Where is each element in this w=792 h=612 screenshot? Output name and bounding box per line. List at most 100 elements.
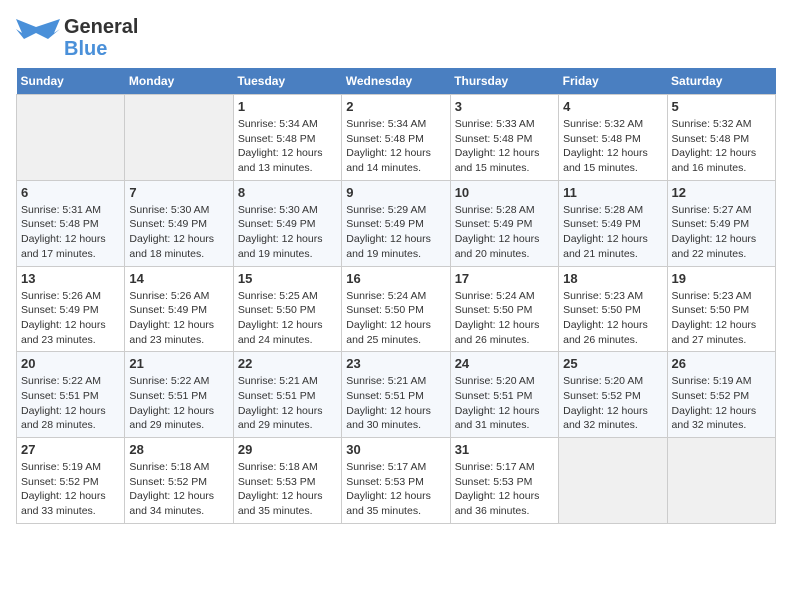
day-info: Sunrise: 5:26 AMSunset: 5:49 PMDaylight:… — [21, 289, 120, 348]
calendar-week-row: 20Sunrise: 5:22 AMSunset: 5:51 PMDayligh… — [17, 352, 776, 438]
calendar-cell: 21 Sunrise: 5:22 AMSunset: 5:51 PMDayligh… — [125, 352, 233, 438]
day-info: Sunrise: 5:20 AMSunset: 5:52 PMDaylight:… — [563, 374, 662, 433]
day-info: Sunrise: 5:30 AMSunset: 5:49 PMDaylight:… — [129, 203, 228, 262]
calendar-cell: 18 Sunrise: 5:23 AMSunset: 5:50 PMDayligh… — [559, 266, 667, 352]
day-number: 4 — [563, 99, 662, 114]
day-number: 27 — [21, 442, 120, 457]
calendar-cell: 22Sunrise: 5:21 AMSunset: 5:51 PMDayligh… — [233, 352, 341, 438]
day-info: Sunrise: 5:32 AMSunset: 5:48 PMDaylight:… — [563, 117, 662, 176]
calendar-cell: 26Sunrise: 5:19 AMSunset: 5:52 PMDayligh… — [667, 352, 775, 438]
day-number: 18 — [563, 271, 662, 286]
calendar-cell: 29 Sunrise: 5:18 AMSunset: 5:53 PMDayligh… — [233, 438, 341, 524]
logo-text-general: General — [64, 16, 138, 38]
day-info: Sunrise: 5:17 AMSunset: 5:53 PMDaylight:… — [455, 460, 554, 519]
day-number: 31 — [455, 442, 554, 457]
calendar-week-row: 27 Sunrise: 5:19 AMSunset: 5:52 PMDayligh… — [17, 438, 776, 524]
calendar-cell: 25 Sunrise: 5:20 AMSunset: 5:52 PMDayligh… — [559, 352, 667, 438]
day-info: Sunrise: 5:22 AMSunset: 5:51 PMDaylight:… — [129, 374, 228, 433]
day-info: Sunrise: 5:34 AMSunset: 5:48 PMDaylight:… — [238, 117, 337, 176]
logo-text-blue: Blue — [64, 38, 138, 60]
day-number: 13 — [21, 271, 120, 286]
calendar-week-row: 13 Sunrise: 5:26 AMSunset: 5:49 PMDayligh… — [17, 266, 776, 352]
day-info: Sunrise: 5:19 AMSunset: 5:52 PMDaylight:… — [21, 460, 120, 519]
calendar-cell — [17, 95, 125, 181]
day-number: 11 — [563, 185, 662, 200]
day-info: Sunrise: 5:27 AMSunset: 5:49 PMDaylight:… — [672, 203, 771, 262]
calendar-cell: 10Sunrise: 5:28 AMSunset: 5:49 PMDayligh… — [450, 180, 558, 266]
day-number: 15 — [238, 271, 337, 286]
calendar-cell: 7 Sunrise: 5:30 AMSunset: 5:49 PMDaylight… — [125, 180, 233, 266]
calendar-cell — [125, 95, 233, 181]
day-number: 19 — [672, 271, 771, 286]
calendar-cell: 12 Sunrise: 5:27 AMSunset: 5:49 PMDayligh… — [667, 180, 775, 266]
calendar-cell: 3 Sunrise: 5:33 AMSunset: 5:48 PMDaylight… — [450, 95, 558, 181]
day-number: 25 — [563, 356, 662, 371]
day-number: 12 — [672, 185, 771, 200]
calendar-cell: 31 Sunrise: 5:17 AMSunset: 5:53 PMDayligh… — [450, 438, 558, 524]
day-info: Sunrise: 5:28 AMSunset: 5:49 PMDaylight:… — [455, 203, 554, 262]
day-number: 5 — [672, 99, 771, 114]
calendar-cell: 17Sunrise: 5:24 AMSunset: 5:50 PMDayligh… — [450, 266, 558, 352]
calendar-cell: 5 Sunrise: 5:32 AMSunset: 5:48 PMDaylight… — [667, 95, 775, 181]
page-header: General Blue — [16, 16, 776, 60]
day-number: 3 — [455, 99, 554, 114]
calendar-cell: 24 Sunrise: 5:20 AMSunset: 5:51 PMDayligh… — [450, 352, 558, 438]
day-info: Sunrise: 5:32 AMSunset: 5:48 PMDaylight:… — [672, 117, 771, 176]
day-info: Sunrise: 5:28 AMSunset: 5:49 PMDaylight:… — [563, 203, 662, 262]
day-info: Sunrise: 5:22 AMSunset: 5:51 PMDaylight:… — [21, 374, 120, 433]
day-number: 28 — [129, 442, 228, 457]
day-info: Sunrise: 5:21 AMSunset: 5:51 PMDaylight:… — [238, 374, 337, 433]
day-header-saturday: Saturday — [667, 68, 775, 95]
calendar-cell — [667, 438, 775, 524]
calendar-cell: 14 Sunrise: 5:26 AMSunset: 5:49 PMDayligh… — [125, 266, 233, 352]
calendar-cell: 20Sunrise: 5:22 AMSunset: 5:51 PMDayligh… — [17, 352, 125, 438]
day-number: 8 — [238, 185, 337, 200]
day-info: Sunrise: 5:17 AMSunset: 5:53 PMDaylight:… — [346, 460, 445, 519]
day-number: 30 — [346, 442, 445, 457]
day-info: Sunrise: 5:34 AMSunset: 5:48 PMDaylight:… — [346, 117, 445, 176]
day-number: 14 — [129, 271, 228, 286]
calendar-cell: 16 Sunrise: 5:24 AMSunset: 5:50 PMDayligh… — [342, 266, 450, 352]
calendar-cell: 6Sunrise: 5:31 AMSunset: 5:48 PMDaylight… — [17, 180, 125, 266]
day-header-sunday: Sunday — [17, 68, 125, 95]
logo: General Blue — [16, 16, 138, 60]
calendar-cell: 13 Sunrise: 5:26 AMSunset: 5:49 PMDayligh… — [17, 266, 125, 352]
day-header-thursday: Thursday — [450, 68, 558, 95]
calendar-week-row: 6Sunrise: 5:31 AMSunset: 5:48 PMDaylight… — [17, 180, 776, 266]
day-info: Sunrise: 5:23 AMSunset: 5:50 PMDaylight:… — [563, 289, 662, 348]
calendar-cell — [559, 438, 667, 524]
calendar-week-row: 1 Sunrise: 5:34 AMSunset: 5:48 PMDaylight… — [17, 95, 776, 181]
day-info: Sunrise: 5:18 AMSunset: 5:52 PMDaylight:… — [129, 460, 228, 519]
calendar-cell: 30 Sunrise: 5:17 AMSunset: 5:53 PMDayligh… — [342, 438, 450, 524]
day-number: 21 — [129, 356, 228, 371]
calendar-header-row: SundayMondayTuesdayWednesdayThursdayFrid… — [17, 68, 776, 95]
day-info: Sunrise: 5:26 AMSunset: 5:49 PMDaylight:… — [129, 289, 228, 348]
day-info: Sunrise: 5:23 AMSunset: 5:50 PMDaylight:… — [672, 289, 771, 348]
day-info: Sunrise: 5:20 AMSunset: 5:51 PMDaylight:… — [455, 374, 554, 433]
day-info: Sunrise: 5:24 AMSunset: 5:50 PMDaylight:… — [346, 289, 445, 348]
day-number: 2 — [346, 99, 445, 114]
day-info: Sunrise: 5:33 AMSunset: 5:48 PMDaylight:… — [455, 117, 554, 176]
day-number: 16 — [346, 271, 445, 286]
calendar-cell: 9Sunrise: 5:29 AMSunset: 5:49 PMDaylight… — [342, 180, 450, 266]
day-number: 29 — [238, 442, 337, 457]
calendar-cell: 8Sunrise: 5:30 AMSunset: 5:49 PMDaylight… — [233, 180, 341, 266]
day-info: Sunrise: 5:19 AMSunset: 5:52 PMDaylight:… — [672, 374, 771, 433]
day-info: Sunrise: 5:18 AMSunset: 5:53 PMDaylight:… — [238, 460, 337, 519]
day-number: 7 — [129, 185, 228, 200]
calendar-cell: 23Sunrise: 5:21 AMSunset: 5:51 PMDayligh… — [342, 352, 450, 438]
calendar-cell: 28 Sunrise: 5:18 AMSunset: 5:52 PMDayligh… — [125, 438, 233, 524]
day-number: 1 — [238, 99, 337, 114]
calendar-cell: 19 Sunrise: 5:23 AMSunset: 5:50 PMDayligh… — [667, 266, 775, 352]
day-header-wednesday: Wednesday — [342, 68, 450, 95]
day-header-friday: Friday — [559, 68, 667, 95]
day-number: 23 — [346, 356, 445, 371]
calendar-cell: 1 Sunrise: 5:34 AMSunset: 5:48 PMDaylight… — [233, 95, 341, 181]
day-number: 17 — [455, 271, 554, 286]
calendar-cell: 11 Sunrise: 5:28 AMSunset: 5:49 PMDayligh… — [559, 180, 667, 266]
calendar-cell: 4 Sunrise: 5:32 AMSunset: 5:48 PMDaylight… — [559, 95, 667, 181]
day-header-monday: Monday — [125, 68, 233, 95]
day-info: Sunrise: 5:29 AMSunset: 5:49 PMDaylight:… — [346, 203, 445, 262]
day-number: 24 — [455, 356, 554, 371]
day-header-tuesday: Tuesday — [233, 68, 341, 95]
